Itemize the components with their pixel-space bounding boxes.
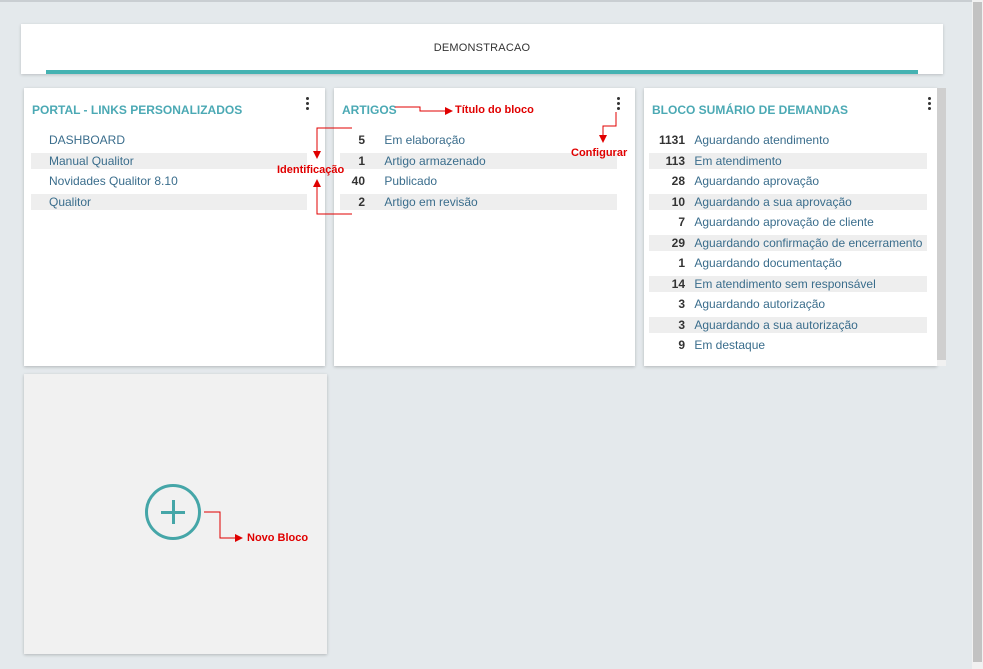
annotation-arrows — [204, 106, 617, 542]
annotation-new-block: Novo Bloco — [247, 532, 309, 544]
annotation-identification: Identificação — [277, 164, 345, 176]
annotation-block-title: Título do bloco — [455, 104, 534, 116]
annotation-configure: Configurar — [571, 147, 628, 159]
